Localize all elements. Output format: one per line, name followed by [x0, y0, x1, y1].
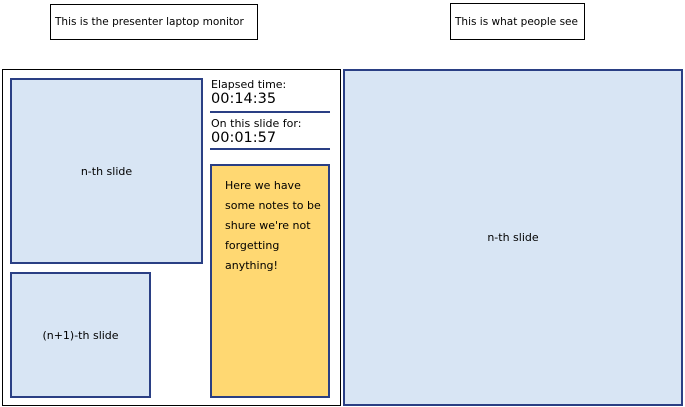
slide-time-value: 00:01:57 [211, 130, 277, 146]
elapsed-time-value: 00:14:35 [211, 91, 277, 107]
audience-slide-label: n-th slide [487, 231, 539, 244]
next-slide-label: (n+1)-th slide [42, 328, 119, 342]
current-slide-preview: n-th slide [10, 78, 203, 264]
speaker-notes-text: Here we have some notes to be shure we'r… [225, 179, 321, 272]
speaker-notes: Here we have some notes to be shure we'r… [210, 164, 330, 398]
audience-view-label-text: This is what people see [455, 15, 578, 28]
presenter-monitor-label: This is the presenter laptop monitor [50, 4, 258, 40]
presenter-monitor-label-text: This is the presenter laptop monitor [55, 16, 244, 28]
slide-time-label: On this slide for: [211, 117, 302, 130]
audience-view-label: This is what people see [450, 3, 585, 40]
elapsed-time-underline [210, 111, 330, 113]
slide-time-underline [210, 148, 330, 150]
next-slide-preview: (n+1)-th slide [10, 272, 151, 398]
elapsed-time-label: Elapsed time: [211, 78, 287, 91]
audience-screen: n-th slide [343, 69, 683, 406]
current-slide-label: n-th slide [80, 164, 133, 178]
